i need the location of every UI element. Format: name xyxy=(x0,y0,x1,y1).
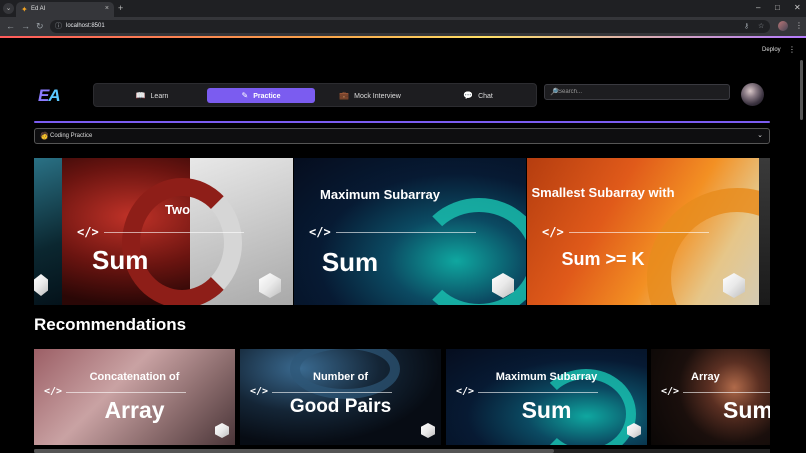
forward-icon[interactable]: → xyxy=(21,20,30,32)
code-icon: </> xyxy=(542,225,564,239)
favicon-icon: ✦ xyxy=(21,5,28,14)
rec-card-title-top: Concatenation of xyxy=(89,371,180,383)
rec-card-max-subarray-sum[interactable]: Maximum Subarray </> Sum xyxy=(446,349,647,445)
rec-card-concatenation-of-array[interactable]: Concatenation of </> Array xyxy=(34,349,235,445)
featured-card-two-sum[interactable]: Two </> Sum xyxy=(62,158,293,305)
code-icon: </> xyxy=(456,386,475,397)
search-input[interactable] xyxy=(558,86,726,98)
new-tab-button[interactable]: + xyxy=(118,2,123,14)
practice-category-select[interactable]: 🧑 Coding Practice ⌄ xyxy=(34,128,770,144)
person-coding-icon: 🧑 xyxy=(40,133,49,140)
practice-category-value: Coding Practice xyxy=(50,133,93,139)
recommendations-scrollbar[interactable] xyxy=(34,449,770,453)
card-divider xyxy=(336,232,476,233)
card-divider xyxy=(104,232,244,233)
featured-card-title-top: Maximum Subarray xyxy=(320,187,440,202)
featured-card-title-top: Smallest Subarray with xyxy=(531,185,675,200)
search-box[interactable]: 🔎 xyxy=(544,84,730,100)
featured-card-title-bottom: Sum >= K xyxy=(561,249,645,269)
streamlit-decoration-bar xyxy=(0,36,806,38)
rec-card-title-top: Number of xyxy=(313,371,368,383)
briefcase-icon: 💼 xyxy=(339,91,350,100)
password-key-icon[interactable]: ⚷ xyxy=(744,22,749,31)
bookmark-star-icon[interactable]: ☆ xyxy=(758,22,764,31)
nav-chat[interactable]: 💬 Chat xyxy=(426,88,530,103)
featured-card-title-bottom: Sum xyxy=(321,247,379,277)
nav-practice[interactable]: ✎ Practice xyxy=(207,88,315,103)
chevron-down-icon[interactable]: ⌄ xyxy=(757,131,763,141)
card-divider xyxy=(478,392,598,393)
reload-icon[interactable]: ↻ xyxy=(36,20,44,32)
card-divider xyxy=(683,392,770,393)
tab-title: Ed AI xyxy=(31,6,46,12)
card-art-swirl xyxy=(122,178,242,305)
rec-card-title-bottom: Array xyxy=(104,397,165,423)
code-icon: </> xyxy=(44,386,63,397)
cube-icon xyxy=(34,274,48,296)
browser-profile-icon[interactable] xyxy=(778,21,788,31)
recommendations-title: Recommendations xyxy=(34,315,187,334)
tab-close-icon[interactable]: × xyxy=(105,4,109,14)
nav-mock-interview-label: Mock Interview xyxy=(354,93,401,100)
card-divider xyxy=(272,392,392,393)
cube-icon xyxy=(421,423,435,438)
vertical-scrollbar[interactable] xyxy=(799,60,804,453)
tab-list-icon[interactable]: ⌄ xyxy=(3,3,14,14)
nav-practice-label: Practice xyxy=(253,93,281,100)
featured-card-smallest-subarray[interactable]: Smallest Subarray with </> Sum >= K xyxy=(527,158,759,305)
minimize-button[interactable]: – xyxy=(756,2,760,14)
rec-card-title-bottom: Sum xyxy=(723,397,770,423)
nav-chat-label: Chat xyxy=(478,93,493,100)
logo-letter-e: E xyxy=(38,86,49,105)
code-icon: </> xyxy=(77,225,99,239)
card-divider xyxy=(66,392,186,393)
maximize-button[interactable]: □ xyxy=(775,2,780,14)
window-close-button[interactable]: ✕ xyxy=(794,2,801,14)
address-bar[interactable]: ⓘ localhost:8501 ⚷ ☆ xyxy=(50,20,770,33)
browser-toolbar: ← → ↻ ⓘ localhost:8501 ⚷ ☆ xyxy=(0,17,806,36)
code-icon: </> xyxy=(309,225,331,239)
app-menu-icon[interactable]: ⋮ xyxy=(788,45,796,54)
book-icon: 📖 xyxy=(135,91,146,100)
main-navbar: 📖 Learn ✎ Practice 💼 Mock Interview 💬 Chat xyxy=(93,83,537,107)
featured-card-max-subarray-sum[interactable]: Maximum Subarray </> Sum xyxy=(294,158,526,305)
recommendations-scroll-thumb[interactable] xyxy=(34,449,554,453)
vertical-scroll-thumb[interactable] xyxy=(800,60,803,120)
user-avatar[interactable] xyxy=(741,83,764,106)
rec-card-title-bottom: Sum xyxy=(521,397,572,423)
chat-bubble-icon: 💬 xyxy=(463,91,474,100)
header-divider xyxy=(34,121,770,123)
featured-card-partial-left[interactable] xyxy=(34,158,62,305)
rec-card-title-top: Maximum Subarray xyxy=(495,371,598,383)
cube-icon xyxy=(215,423,229,438)
nav-learn-label: Learn xyxy=(150,93,169,100)
rec-card-array-sum[interactable]: Array </> Sum xyxy=(651,349,770,445)
featured-card-title-bottom: Sum xyxy=(92,245,149,275)
nav-mock-interview[interactable]: 💼 Mock Interview xyxy=(318,88,422,103)
edit-icon: ✎ xyxy=(241,91,249,100)
card-divider xyxy=(569,232,709,233)
deploy-button[interactable]: Deploy xyxy=(762,47,781,53)
browser-tab[interactable]: ✦ Ed AI × xyxy=(16,2,114,17)
logo-letter-a: A xyxy=(48,86,60,105)
rec-card-title-top: Array xyxy=(691,371,720,383)
back-icon[interactable]: ← xyxy=(6,20,15,32)
site-info-icon[interactable]: ⓘ xyxy=(55,22,62,31)
code-icon: </> xyxy=(661,386,680,397)
address-url[interactable]: localhost:8501 xyxy=(66,22,105,31)
nav-learn[interactable]: 📖 Learn xyxy=(100,88,204,103)
featured-card-partial-right[interactable] xyxy=(759,158,770,305)
featured-card-title-top: Two xyxy=(164,202,191,217)
rec-card-title-bottom: Good Pairs xyxy=(289,396,392,417)
app-logo: EA xyxy=(38,86,70,106)
rec-card-number-of-good-pairs[interactable]: Number of </> Good Pairs xyxy=(240,349,441,445)
browser-menu-icon[interactable]: ⋮ xyxy=(795,20,803,32)
browser-tabstrip: ⌄ ✦ Ed AI × + – □ ✕ xyxy=(0,0,806,17)
